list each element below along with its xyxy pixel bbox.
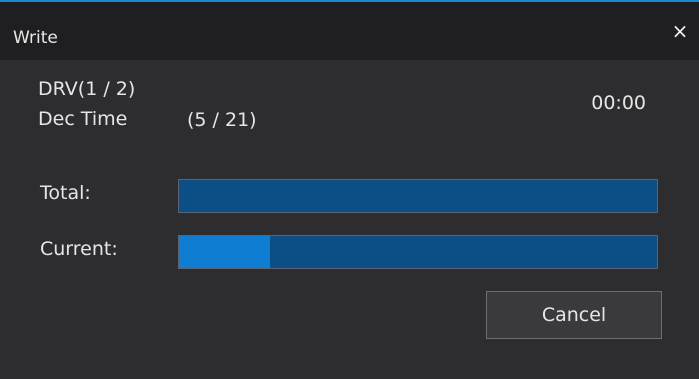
current-progress-fill [179,236,270,268]
cancel-button[interactable]: Cancel [486,291,662,339]
title-bar: Write × [0,2,699,60]
total-label: Total: [40,182,91,204]
elapsed-time: 00:00 [591,92,646,114]
current-progress-bar [178,235,658,269]
close-icon[interactable]: × [669,20,691,42]
dec-time-count: (5 / 21) [187,109,257,131]
current-label: Current: [40,238,118,260]
window-title: Write [13,28,58,48]
total-progress-bar [178,179,658,213]
drive-progress-text: DRV(1 / 2) [38,78,136,100]
write-dialog: Write × DRV(1 / 2) Dec Time (5 / 21) 00:… [0,0,699,379]
dec-time-label: Dec Time [38,108,128,130]
